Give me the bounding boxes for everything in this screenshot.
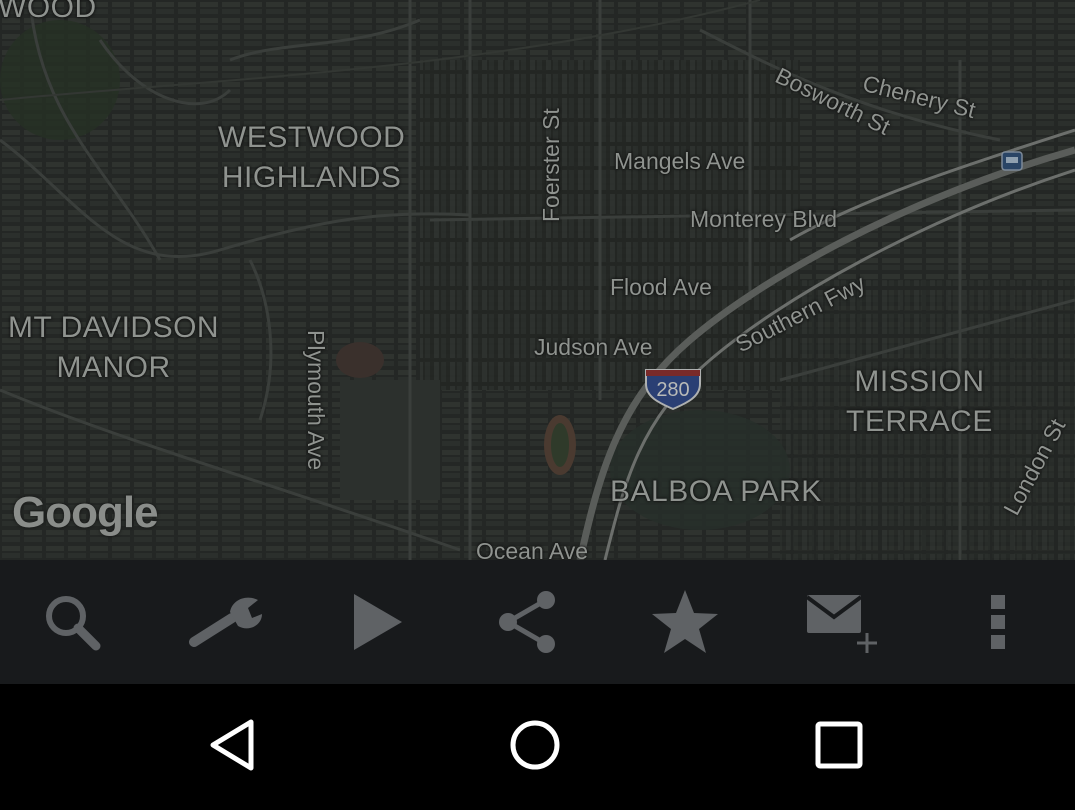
mail-add-button[interactable]: [768, 560, 918, 684]
street-label-mangels: Mangels Ave: [614, 148, 746, 174]
google-logo: Google: [12, 488, 159, 537]
home-button[interactable]: [455, 684, 615, 810]
settings-button[interactable]: [151, 560, 301, 684]
bottom-toolbar: [0, 560, 1075, 684]
street-label-flood: Flood Ave: [610, 274, 712, 300]
neighborhood-label-westwood-highlands: WESTWOOD HIGHLANDS: [218, 121, 406, 194]
overflow-menu-button[interactable]: [923, 560, 1073, 684]
play-icon: [350, 592, 406, 652]
wrench-icon: [186, 592, 266, 652]
interstate-shield: 280: [644, 368, 702, 411]
play-button[interactable]: [303, 560, 453, 684]
street-label-plymouth: Plymouth Ave: [303, 330, 329, 471]
neighborhood-label-mt-davidson-manor: MT DAVIDSON MANOR: [8, 311, 220, 384]
more-vert-icon: [988, 592, 1008, 652]
neighborhood-label-balboa-park: BALBOA PARK: [610, 475, 822, 508]
home-icon: [508, 718, 562, 777]
back-icon: [207, 718, 257, 777]
street-label-foerster: Foerster St: [538, 108, 564, 222]
mail-add-icon: [805, 589, 881, 655]
street-label-ocean: Ocean Ave: [476, 538, 589, 561]
recents-button[interactable]: [759, 684, 919, 810]
recents-icon: [815, 721, 863, 774]
star-icon: [650, 588, 720, 656]
favorite-button[interactable]: [610, 560, 760, 684]
system-navigation-bar: [0, 684, 1075, 810]
share-button[interactable]: [453, 560, 603, 684]
street-label-judson: Judson Ave: [534, 334, 653, 360]
back-button[interactable]: [152, 684, 312, 810]
street-label-monterey: Monterey Blvd: [690, 206, 838, 232]
neighborhood-label-mission-terrace: MISSION TERRACE: [846, 365, 993, 438]
map-view[interactable]: WOOD WESTWOOD HIGHLANDS MT DAVIDSON MANO…: [0, 0, 1075, 560]
neighborhood-label-wood: WOOD: [0, 0, 97, 24]
interstate-shield-number: 280: [656, 379, 690, 401]
search-button[interactable]: [0, 560, 147, 684]
search-icon: [40, 590, 104, 654]
transit-station-icon[interactable]: [1001, 151, 1023, 171]
share-icon: [496, 590, 560, 654]
